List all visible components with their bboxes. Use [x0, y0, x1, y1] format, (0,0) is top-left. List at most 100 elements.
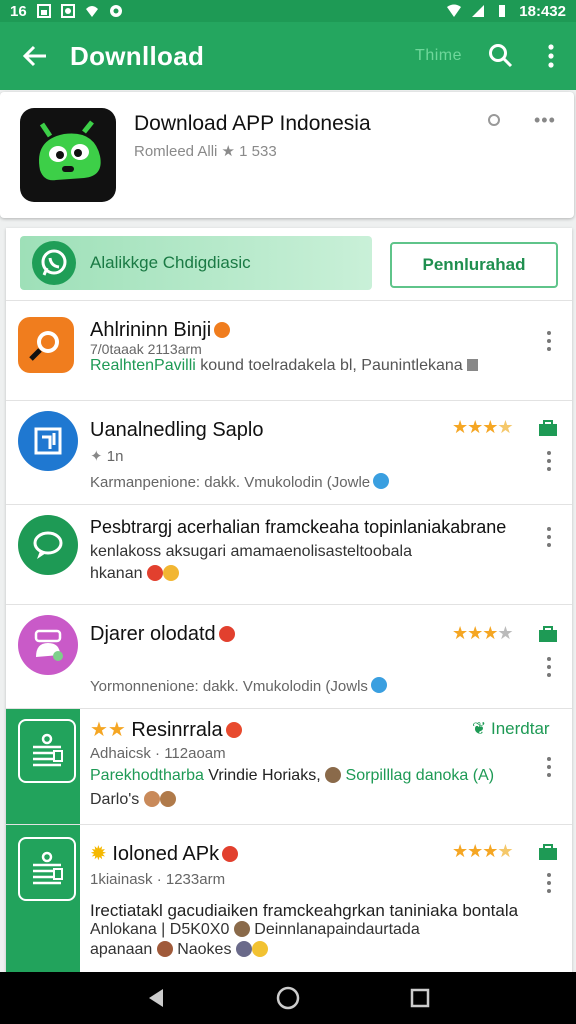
list-item[interactable]: ★★ Resinrrala Adhaicsk · 112aoam Parekho…	[6, 708, 572, 824]
receipt-app-icon	[18, 719, 76, 783]
circle-home-icon	[276, 986, 300, 1010]
shopping-bag-icon	[539, 420, 557, 436]
square-recents-icon	[410, 988, 430, 1008]
pin-icon: ✦	[90, 448, 107, 465]
shopping-bag-icon	[539, 626, 557, 642]
item-extra-2: Deinnlanapaindaurtada	[249, 921, 420, 938]
nav-back-button[interactable]	[136, 978, 176, 1018]
item-description: hkanan	[90, 565, 143, 582]
theme-label[interactable]: Thime	[415, 47, 462, 65]
banner-text: Alalikkge Chdigdiasic	[90, 253, 251, 272]
avatar-icon	[143, 791, 160, 807]
app-rating-subtitle: Romleed Alli ★ 1 533	[134, 143, 277, 160]
status-bar: 16 18:432	[0, 0, 576, 22]
item-more-button[interactable]	[546, 657, 552, 681]
install-button[interactable]: Pennlurahad	[390, 242, 558, 288]
triangle-back-icon	[149, 989, 163, 1007]
status-time: 18:432	[519, 2, 566, 20]
info-badge-icon	[370, 677, 387, 693]
whatsapp-icon	[32, 241, 76, 285]
item-meta: 1n	[106, 448, 124, 465]
avatar-icon	[156, 941, 173, 957]
item-description: Vrindie Horiaks,	[203, 767, 321, 784]
star-icon: ★★	[90, 719, 132, 741]
item-more-button[interactable]	[546, 451, 552, 475]
battery-icon	[499, 5, 506, 17]
overflow-menu-button[interactable]	[526, 22, 576, 90]
item-more-button[interactable]	[546, 873, 552, 897]
image-notification-icon	[36, 4, 51, 18]
avatar-icon	[235, 941, 252, 957]
app-list: Alalikkge Chdigdiasic Pennlurahad Ahlrin…	[6, 228, 572, 973]
avatar-icon	[325, 767, 342, 783]
item-subtitle: kenlakoss aksugari amamaenolisasteltooba…	[90, 543, 412, 560]
verified-badge-icon	[218, 626, 235, 642]
emoji-badge-icon	[225, 722, 242, 738]
item-footer: apanaan	[90, 941, 153, 958]
status-left-text: 16	[10, 2, 27, 20]
list-item[interactable]: Pesbtrargj acerhalian framckeaha topinla…	[6, 504, 572, 604]
item-developer: Parekhodtharba	[90, 767, 204, 784]
item-footer-2: Naokes	[172, 941, 232, 958]
item-meta: 1kiainask · 1233arm	[90, 871, 226, 888]
nav-recents-button[interactable]	[400, 978, 440, 1018]
item-title: Uanalnedling Saplo	[90, 419, 264, 441]
list-item[interactable]: ✹ Ioloned APk 1kiainask · 1233arm Irecti…	[6, 824, 572, 973]
magnifier-app-icon	[18, 317, 74, 373]
item-description: Yormonnenione: dakk. Vmukolodin (Jowls	[90, 678, 368, 695]
item-developer: RealhtenPavilli	[90, 357, 196, 374]
list-item[interactable]: Ahlrininn Binji 7/0taaak 2113arm Realhte…	[6, 300, 572, 400]
cell-signal-icon	[472, 5, 485, 17]
app-name: Download APP Indonesia	[134, 112, 371, 135]
wifi-notification-icon	[85, 6, 98, 17]
android-mascot-icon	[39, 120, 101, 181]
rating-stars: ★★★★	[452, 623, 514, 643]
item-title: Ioloned APk	[112, 843, 220, 865]
page-title: Downlload	[70, 40, 205, 71]
more-vert-icon	[548, 44, 554, 68]
back-button[interactable]	[0, 22, 70, 90]
verified-badge-icon	[214, 322, 231, 338]
list-item[interactable]: Uanalnedling Saplo ✦ 1n Karmanpenione: d…	[6, 400, 572, 504]
character-app-icon	[18, 615, 78, 675]
item-title: Resinrrala	[131, 719, 223, 741]
app-header-card[interactable]: Download APP Indonesia Romleed Alli ★ 1 …	[0, 92, 574, 218]
info-badge-icon	[373, 473, 390, 489]
app-logo	[20, 108, 116, 202]
item-title: Pesbtrargj acerhalian framckeaha topinla…	[90, 517, 507, 537]
item-footer: Darlo's	[90, 791, 140, 808]
item-more-button[interactable]	[546, 757, 552, 781]
avatar-icon	[159, 791, 176, 807]
nav-home-button[interactable]	[268, 978, 308, 1018]
document-app-icon	[18, 411, 78, 471]
sun-icon: ✹	[90, 843, 113, 865]
item-description: kound toelradakela bl, Paunintlekana	[195, 357, 463, 374]
search-button[interactable]	[476, 22, 526, 90]
rating-stars: ★★★★	[452, 841, 514, 861]
item-extra: Anlokana | D5K0X0	[90, 921, 230, 938]
system-nav-bar	[0, 972, 576, 1024]
item-description: Irectiatakl gacudiaiken framckeahgrkan t…	[90, 901, 519, 920]
list-item[interactable]: Djarer olodatd Yormonnenione: dakk. Vmuk…	[6, 604, 572, 708]
shopping-bag-icon	[539, 844, 557, 860]
item-status-label: Inerdtar	[490, 719, 550, 738]
select-radio[interactable]	[488, 114, 500, 126]
promo-banner[interactable]: Alalikkge Chdigdiasic	[20, 236, 372, 290]
item-detail: Sorpilllag danoka (A)	[341, 767, 495, 784]
item-more-button[interactable]	[546, 331, 552, 355]
item-more-button[interactable]	[546, 527, 552, 551]
item-meta: 7/0taaak 2113arm	[90, 341, 202, 357]
tag-icon	[466, 359, 478, 371]
avatar-icon	[233, 921, 250, 937]
emoji-icon	[251, 941, 268, 957]
photo-notification-icon	[60, 4, 75, 18]
item-title: Ahlrininn Binji	[90, 319, 212, 341]
more-horiz-icon[interactable]: •••	[534, 110, 556, 131]
rating-stars: ★★★★	[452, 417, 514, 437]
leaf-icon: ❦	[472, 719, 491, 738]
verified-badge-icon	[222, 846, 239, 862]
item-title: Djarer olodatd	[90, 623, 216, 645]
emoji-icon	[162, 565, 179, 581]
install-banner: Alalikkge Chdigdiasic Pennlurahad	[6, 228, 572, 300]
arrow-back-icon	[22, 45, 46, 67]
